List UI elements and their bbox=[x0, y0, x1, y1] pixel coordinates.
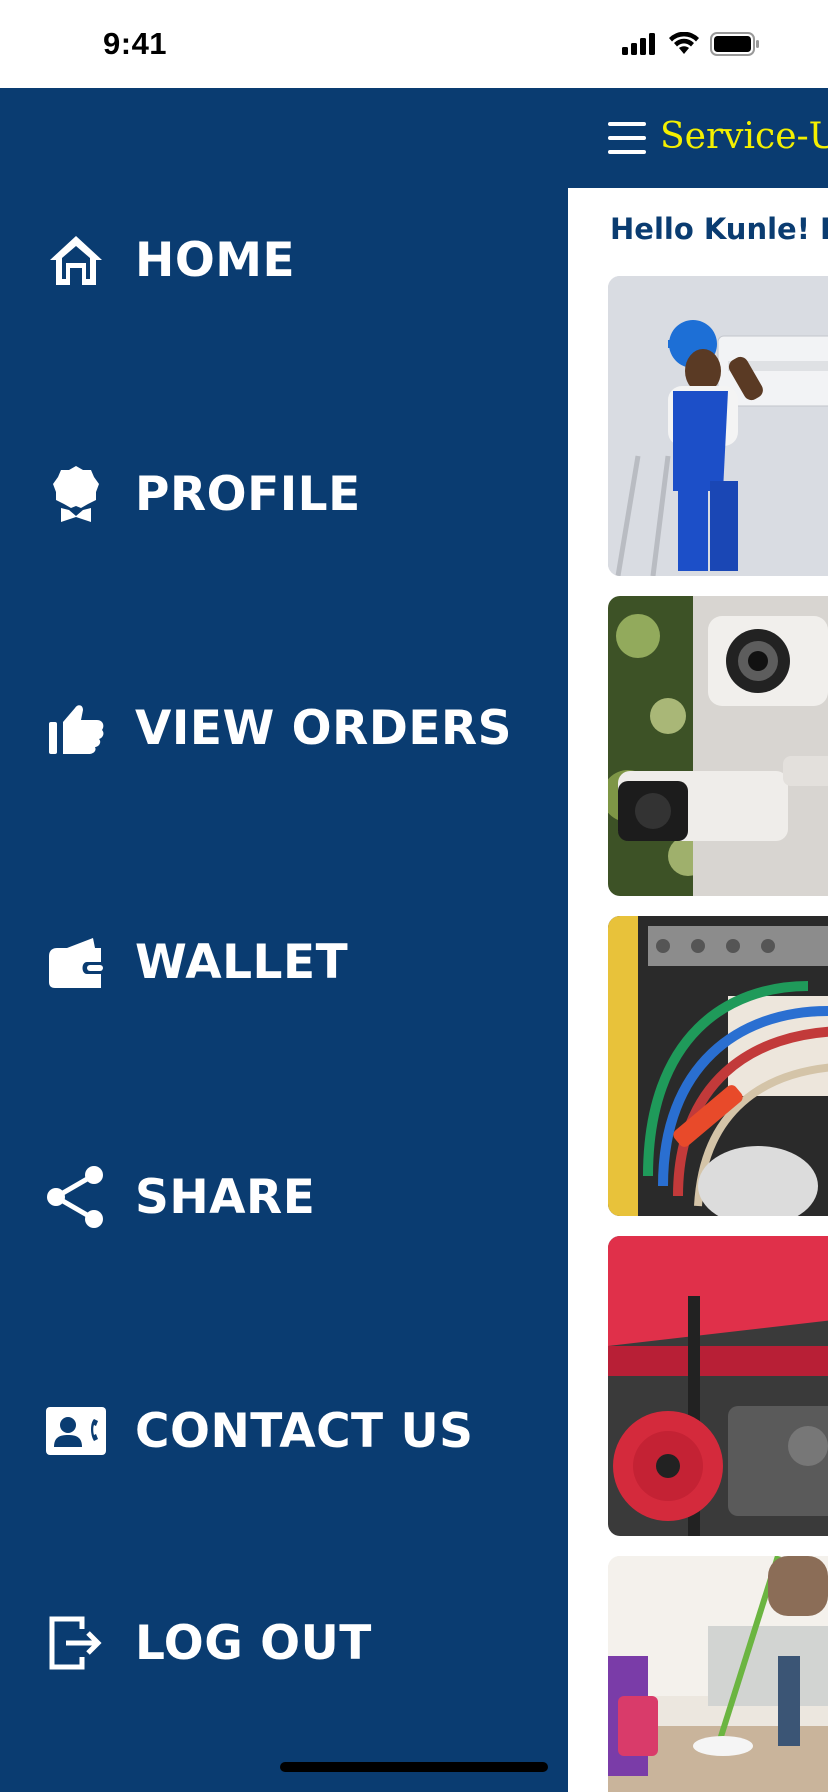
drawer-label-wallet: WALLET bbox=[135, 934, 349, 990]
logout-icon bbox=[44, 1611, 108, 1675]
drawer-label-share: SHARE bbox=[135, 1169, 316, 1225]
service-card-ac-repair[interactable] bbox=[608, 276, 828, 576]
battery-icon bbox=[710, 32, 759, 56]
drawer-item-profile[interactable]: PROFILE bbox=[0, 439, 568, 549]
drawer-item-home[interactable]: HOME bbox=[0, 205, 568, 315]
drawer-label-contact-us: CONTACT US bbox=[135, 1403, 474, 1459]
brand-title: Service-U bbox=[660, 116, 828, 157]
drawer-item-wallet[interactable]: WALLET bbox=[0, 907, 568, 1017]
navigation-drawer: HOME PROFILE VIEW ORDERS WALLET SHARE CO… bbox=[0, 88, 568, 1792]
profile-badge-icon bbox=[44, 462, 108, 526]
drawer-item-view-orders[interactable]: VIEW ORDERS bbox=[0, 673, 568, 783]
drawer-item-log-out[interactable]: LOG OUT bbox=[0, 1588, 568, 1698]
wifi-icon bbox=[669, 32, 699, 54]
status-icons bbox=[622, 32, 760, 56]
signal-icon bbox=[622, 33, 655, 55]
home-icon bbox=[44, 228, 108, 292]
service-card-generator[interactable] bbox=[608, 1236, 828, 1536]
contact-card-icon bbox=[44, 1399, 108, 1463]
status-time: 9:41 bbox=[103, 26, 168, 61]
main-screen: Service-U Hello Kunle! H bbox=[568, 88, 828, 1792]
service-card-electrical[interactable] bbox=[608, 916, 828, 1216]
status-bar: 9:41 bbox=[0, 0, 828, 88]
share-icon bbox=[44, 1165, 108, 1229]
drawer-item-contact-us[interactable]: CONTACT US bbox=[0, 1376, 568, 1486]
wallet-icon bbox=[44, 930, 108, 994]
service-card-cctv[interactable] bbox=[608, 596, 828, 896]
drawer-label-profile: PROFILE bbox=[135, 466, 361, 522]
drawer-label-view-orders: VIEW ORDERS bbox=[135, 700, 512, 756]
menu-icon[interactable] bbox=[608, 122, 646, 154]
drawer-item-share[interactable]: SHARE bbox=[0, 1142, 568, 1252]
top-app-bar: Service-U bbox=[568, 88, 828, 188]
greeting-text: Hello Kunle! H bbox=[610, 212, 828, 246]
thumbs-up-icon bbox=[44, 696, 108, 760]
service-card-cleaning[interactable] bbox=[608, 1556, 828, 1792]
home-indicator[interactable] bbox=[280, 1762, 548, 1772]
drawer-label-log-out: LOG OUT bbox=[135, 1615, 372, 1671]
drawer-label-home: HOME bbox=[135, 232, 296, 288]
